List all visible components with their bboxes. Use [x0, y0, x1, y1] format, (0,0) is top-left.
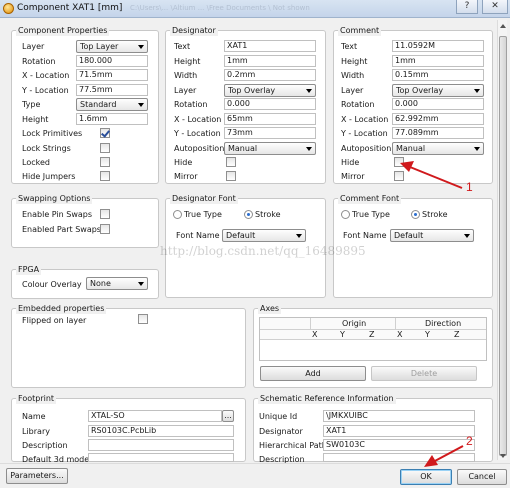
annotation-arrow-1 — [409, 166, 463, 189]
annotation-overlay — [400, 161, 464, 467]
annotation-label-1: 1 — [466, 180, 473, 194]
annotation-arrowhead-1 — [400, 161, 414, 172]
annotation-label-2: 2 — [466, 434, 473, 448]
annotation-arrow-2 — [432, 445, 464, 463]
